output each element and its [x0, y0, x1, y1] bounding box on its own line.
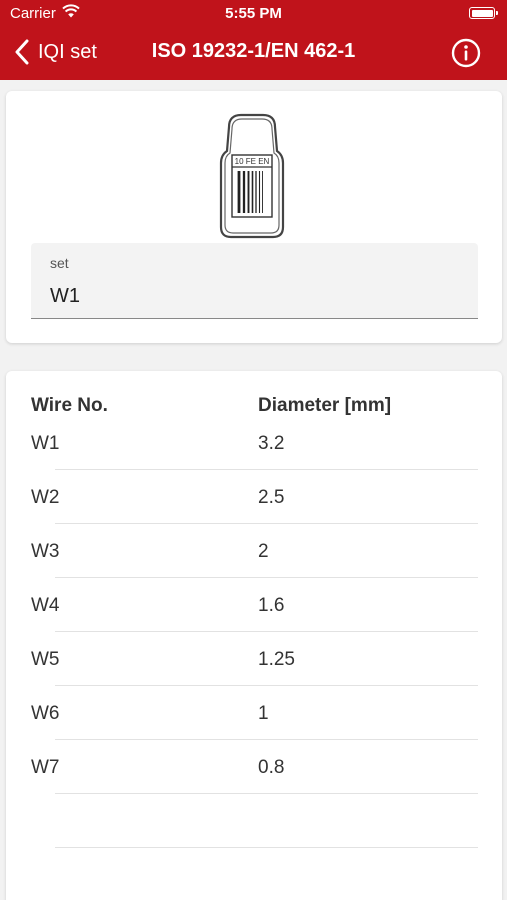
diameter-cell: 0.8	[258, 757, 285, 778]
row-divider	[55, 469, 478, 470]
diameter-cell: 1.25	[258, 649, 295, 670]
wire-no-cell: W5	[31, 649, 60, 670]
row-divider	[55, 793, 478, 794]
set-field-label: set	[50, 255, 69, 271]
wire-no-cell: W1	[31, 433, 60, 454]
table-row: W1 3.2	[6, 421, 502, 475]
diameter-cell: 3.2	[258, 433, 285, 454]
row-divider	[55, 631, 478, 632]
diameter-cell: 2.5	[258, 487, 285, 508]
row-divider	[55, 685, 478, 686]
set-field-value: W1	[50, 285, 80, 307]
wire-no-cell: W6	[31, 703, 60, 724]
wire-no-cell: W2	[31, 487, 60, 508]
wire-table-card: Wire No. Diameter [mm] W1 3.2 W2 2.5 W3 …	[6, 371, 502, 900]
row-divider	[55, 523, 478, 524]
row-divider	[55, 739, 478, 740]
table-row: W6 1	[6, 691, 502, 745]
iqi-label: 10 FE EN	[235, 157, 270, 166]
row-divider	[55, 847, 478, 848]
status-bar: Carrier 5:55 PM	[0, 0, 507, 28]
app-header: Carrier 5:55 PM IQI set ISO 19232-1/EN 4…	[0, 0, 507, 80]
wire-no-cell: W3	[31, 541, 60, 562]
wire-no-cell: W7	[31, 757, 60, 778]
table-row: W3 2	[6, 529, 502, 583]
table-row: W4 1.6	[6, 583, 502, 637]
row-divider	[55, 577, 478, 578]
page-title: ISO 19232-1/EN 462-1	[151, 40, 356, 62]
battery-icon	[469, 7, 498, 19]
diameter-cell: 1.6	[258, 595, 285, 616]
table-row: W5 1.25	[6, 637, 502, 691]
iqi-wire-set-icon: 10 FE EN	[219, 113, 285, 239]
table-row: W7 0.8	[6, 745, 502, 799]
set-select-field[interactable]: set W1	[31, 243, 478, 319]
wire-no-cell: W4	[31, 595, 60, 616]
table-row	[6, 799, 502, 853]
table-row: W2 2.5	[6, 475, 502, 529]
info-icon[interactable]	[451, 38, 481, 68]
diameter-cell: 2	[258, 541, 269, 562]
wire-no-header: Wire No.	[31, 395, 108, 416]
iqi-set-card: 10 FE EN set W1	[6, 91, 502, 343]
diameter-header: Diameter [mm]	[258, 395, 392, 416]
clock: 5:55 PM	[225, 5, 282, 22]
diameter-cell: 1	[258, 703, 269, 724]
